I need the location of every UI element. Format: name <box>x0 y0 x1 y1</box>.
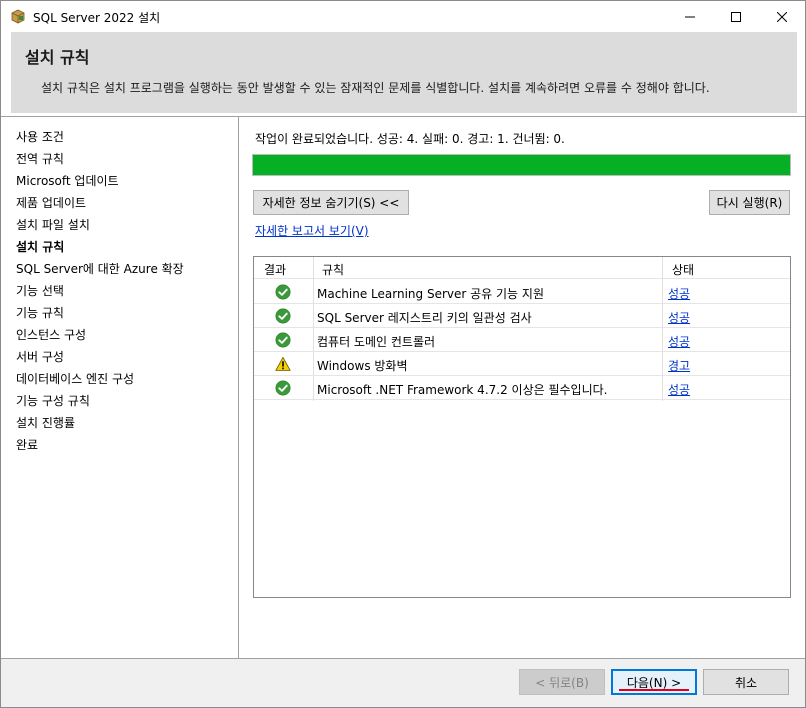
warning-icon <box>275 356 291 371</box>
column-header-result[interactable]: 결과 <box>264 261 286 278</box>
nav-item-database-engine-configuration[interactable]: 데이터베이스 엔진 구성 <box>16 370 134 387</box>
table-row[interactable]: 컴퓨터 도메인 컨트롤러 성공 <box>254 328 790 352</box>
maximize-button[interactable] <box>713 1 759 32</box>
rule-name: Windows 방화벽 <box>317 359 408 373</box>
main-panel: 작업이 완료되었습니다. 성공: 4. 실패: 0. 경고: 1. 건너뜀: 0… <box>239 117 805 658</box>
close-icon <box>777 11 787 22</box>
table-row[interactable]: Machine Learning Server 공유 기능 지원 성공 <box>254 280 790 304</box>
page-title: 설치 규칙 <box>25 48 90 67</box>
rule-status-link[interactable]: 성공 <box>668 309 690 326</box>
nav-item-feature-selection[interactable]: 기능 선택 <box>16 282 64 299</box>
nav-item-instance-configuration[interactable]: 인스턴스 구성 <box>16 326 86 343</box>
table-row[interactable]: Microsoft .NET Framework 4.7.2 이상은 필수입니다… <box>254 376 790 400</box>
progress-bar <box>252 154 791 176</box>
rule-status-link[interactable]: 성공 <box>668 285 690 302</box>
rule-name: Microsoft .NET Framework 4.7.2 이상은 필수입니다… <box>317 383 608 397</box>
nav-item-global-rules[interactable]: 전역 규칙 <box>16 150 64 167</box>
rule-name: Machine Learning Server 공유 기능 지원 <box>317 287 544 301</box>
sql-setup-box-icon <box>11 9 25 24</box>
page-header: 설치 규칙 설치 규칙은 설치 프로그램을 실행하는 동안 발생할 수 있는 잠… <box>1 32 805 116</box>
page-description: 설치 규칙은 설치 프로그램을 실행하는 동안 발생할 수 있는 잠재적인 문제… <box>41 81 710 95</box>
title-bar: SQL Server 2022 설치 <box>1 1 805 32</box>
rule-name: 컴퓨터 도메인 컨트롤러 <box>317 335 436 349</box>
minimize-icon <box>685 16 695 17</box>
back-button[interactable]: < 뒤로(B) <box>519 669 605 695</box>
rule-status-link[interactable]: 성공 <box>668 381 690 398</box>
nav-item-feature-rules[interactable]: 기능 규칙 <box>16 304 64 321</box>
rule-status-link[interactable]: 성공 <box>668 333 690 350</box>
column-header-rule[interactable]: 규칙 <box>322 261 344 278</box>
footer-bar: < 뒤로(B) 다음(N) > 취소 <box>1 659 805 707</box>
rule-name: SQL Server 레지스트리 키의 일관성 검사 <box>317 311 532 325</box>
success-check-icon <box>275 332 291 348</box>
rule-status-link[interactable]: 경고 <box>668 357 690 374</box>
nav-item-installation-progress[interactable]: 설치 진행률 <box>16 414 75 431</box>
success-check-icon <box>275 284 291 300</box>
cancel-button[interactable]: 취소 <box>703 669 789 695</box>
window-title: SQL Server 2022 설치 <box>33 11 161 25</box>
nav-item-license-terms[interactable]: 사용 조건 <box>16 128 64 145</box>
nav-item-product-updates[interactable]: 제품 업데이트 <box>16 194 86 211</box>
table-row[interactable]: Windows 방화벽 경고 <box>254 352 790 376</box>
rules-table: 결과 규칙 상태 Machine Learning Server 공유 기능 지… <box>253 256 791 598</box>
step-navigation: 사용 조건 전역 규칙 Microsoft 업데이트 제품 업데이트 설치 파일… <box>1 117 238 658</box>
next-button-highlight <box>619 689 689 691</box>
header-band: 설치 규칙 설치 규칙은 설치 프로그램을 실행하는 동안 발생할 수 있는 잠… <box>11 32 797 113</box>
rerun-button[interactable]: 다시 실행(R) <box>709 190 790 215</box>
nav-item-install-setup-files[interactable]: 설치 파일 설치 <box>16 216 90 233</box>
nav-item-feature-configuration-rules[interactable]: 기능 구성 규칙 <box>16 392 90 409</box>
close-button[interactable] <box>759 1 805 32</box>
setup-window: SQL Server 2022 설치 설치 규칙 설치 규칙은 설치 프로그램을… <box>0 0 806 708</box>
success-check-icon <box>275 308 291 324</box>
minimize-button[interactable] <box>667 1 713 32</box>
next-button[interactable]: 다음(N) > <box>611 669 697 695</box>
nav-item-microsoft-update[interactable]: Microsoft 업데이트 <box>16 172 119 189</box>
success-check-icon <box>275 380 291 396</box>
nav-item-install-rules[interactable]: 설치 규칙 <box>16 238 64 255</box>
nav-item-server-configuration[interactable]: 서버 구성 <box>16 348 64 365</box>
progress-bar-fill <box>253 155 790 175</box>
rules-table-header: 결과 규칙 상태 <box>254 257 790 279</box>
next-button-label: 다음(N) > <box>626 675 682 690</box>
nav-item-azure-extension[interactable]: SQL Server에 대한 Azure 확장 <box>16 260 184 277</box>
view-detailed-report-link[interactable]: 자세한 보고서 보기(V) <box>255 222 369 239</box>
nav-item-complete[interactable]: 완료 <box>16 436 38 453</box>
maximize-icon <box>731 11 741 22</box>
operation-status: 작업이 완료되었습니다. 성공: 4. 실패: 0. 경고: 1. 건너뜀: 0… <box>255 132 565 146</box>
column-header-status[interactable]: 상태 <box>672 261 694 278</box>
hide-details-button[interactable]: 자세한 정보 숨기기(S) << <box>253 190 409 215</box>
table-row[interactable]: SQL Server 레지스트리 키의 일관성 검사 성공 <box>254 304 790 328</box>
